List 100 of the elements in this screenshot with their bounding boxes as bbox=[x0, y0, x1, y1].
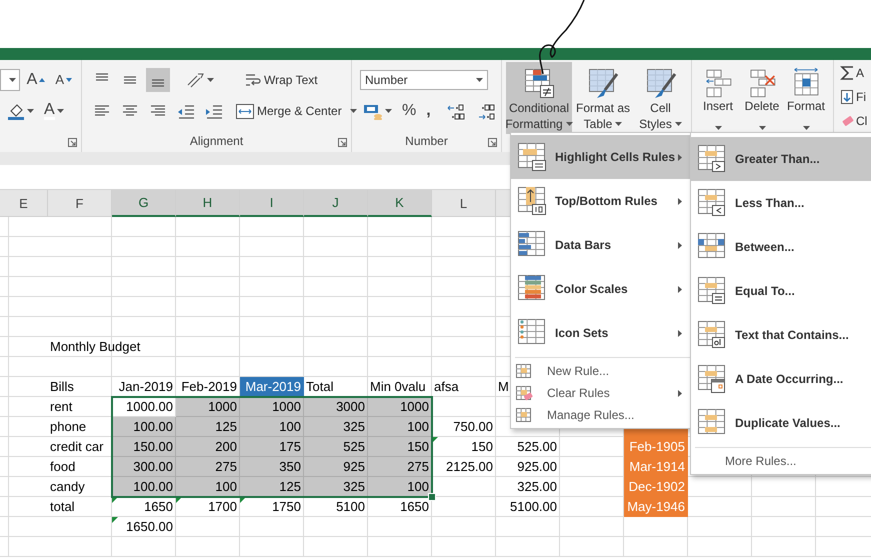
table-cell: 1000 bbox=[176, 397, 240, 417]
top-bottom-icon bbox=[517, 186, 547, 216]
table-cell: 5100.00 bbox=[510, 499, 557, 514]
menu-item[interactable]: More Rules... bbox=[691, 450, 871, 472]
table-cell: credit car bbox=[50, 439, 104, 454]
menu-item[interactable]: Manage Rules... bbox=[511, 404, 690, 426]
calendar-icon bbox=[697, 364, 727, 394]
vertical-align-button[interactable] bbox=[146, 68, 170, 92]
table-cell: 1750 bbox=[272, 499, 301, 514]
table-cell: 150.00 bbox=[112, 437, 176, 457]
align-lines-icon bbox=[151, 78, 165, 86]
table-cell: 325 bbox=[304, 477, 368, 497]
rotated-text-icon bbox=[185, 70, 205, 88]
caret-icon bbox=[476, 78, 483, 82]
caret-icon bbox=[385, 108, 392, 112]
number-format-dropdown[interactable]: Number bbox=[360, 70, 488, 90]
table-cell: Feb-2019 bbox=[181, 379, 237, 394]
column-header[interactable]: F bbox=[48, 190, 112, 217]
table-cell: 100 bbox=[240, 417, 304, 437]
menu-item[interactable]: Highlight Cells Rules bbox=[511, 135, 690, 179]
font-size-field[interactable] bbox=[0, 68, 20, 90]
comma-button[interactable]: , bbox=[423, 98, 434, 122]
table-cell: 125 bbox=[240, 477, 304, 497]
menu-item[interactable]: Equal To... bbox=[691, 269, 871, 313]
table-cell: 5100 bbox=[336, 499, 365, 514]
dialog-launcher-icon[interactable] bbox=[68, 138, 77, 147]
table-cell: Min 0valu bbox=[370, 379, 426, 394]
table-cell: Jan-2019 bbox=[118, 379, 173, 394]
font-color-button[interactable]: A bbox=[41, 98, 67, 122]
merge-cells-icon bbox=[235, 102, 255, 120]
caret-icon bbox=[566, 122, 573, 126]
column-header[interactable]: I bbox=[240, 190, 304, 217]
dialog-launcher-icon[interactable] bbox=[488, 138, 497, 147]
table-cell: 1000 bbox=[368, 397, 432, 417]
menu-item[interactable]: Greater Than... bbox=[691, 137, 871, 181]
table-cell: 1000.00 bbox=[126, 399, 173, 414]
menu-item[interactable]: Icon Sets bbox=[511, 311, 690, 355]
table-cell: afsa bbox=[434, 379, 459, 394]
up-caret-icon bbox=[39, 78, 46, 82]
clear-button[interactable]: Cl bbox=[840, 110, 871, 132]
greater-than-icon bbox=[697, 144, 727, 174]
align-lines-icon bbox=[123, 76, 137, 84]
table-cell: M bbox=[498, 379, 509, 394]
percent-button[interactable]: % bbox=[399, 98, 420, 122]
table-cell: 275 bbox=[176, 457, 240, 477]
table-cell: 1650 bbox=[144, 499, 173, 514]
menu-item[interactable]: Duplicate Values... bbox=[691, 401, 871, 445]
menu-item[interactable]: Between... bbox=[691, 225, 871, 269]
dialog-launcher-icon[interactable] bbox=[338, 138, 347, 147]
highlight-rules-icon bbox=[517, 142, 547, 172]
rule-grid-icon bbox=[515, 363, 533, 379]
grow-font-button[interactable]: A bbox=[24, 68, 48, 92]
fill-down-icon bbox=[840, 89, 854, 105]
caret-icon bbox=[56, 108, 64, 112]
table-cell: 525 bbox=[304, 437, 368, 457]
table-cell: 925.00 bbox=[517, 459, 557, 474]
menu-item[interactable]: A Date Occurring... bbox=[691, 357, 871, 401]
cells-button[interactable]: Insert bbox=[698, 64, 738, 136]
merge-center-button[interactable]: Merge & Center bbox=[234, 98, 358, 122]
table-cell: 1650.00 bbox=[126, 519, 173, 534]
menu-item[interactable]: Less Than... bbox=[691, 181, 871, 225]
caret-icon bbox=[8, 78, 16, 82]
menu-item[interactable]: Data Bars bbox=[511, 223, 690, 267]
table-cell: 300.00 bbox=[112, 457, 176, 477]
table-cell: 175 bbox=[240, 437, 304, 457]
table-cell: candy bbox=[50, 479, 85, 494]
text-contains-icon bbox=[697, 320, 727, 350]
decimal-icon bbox=[476, 102, 497, 120]
table-cell: Dec-1902 bbox=[624, 477, 688, 497]
column-header[interactable]: G bbox=[112, 190, 176, 217]
caret-icon bbox=[27, 108, 34, 112]
table-cell: 1650 bbox=[400, 499, 429, 514]
styles-button[interactable]: Conditional Formatting bbox=[506, 62, 572, 134]
eraser-grid-icon bbox=[515, 385, 533, 401]
table-cell: Bills bbox=[50, 379, 74, 394]
menu-item[interactable]: Clear Rules bbox=[511, 382, 690, 404]
autosum-button[interactable]: A bbox=[840, 62, 871, 84]
fill-button[interactable]: Fi bbox=[840, 86, 871, 108]
menu-item[interactable]: Top/Bottom Rules bbox=[511, 179, 690, 223]
menu-item[interactable]: Color Scales bbox=[511, 267, 690, 311]
wrap-text-button[interactable]: Wrap Text bbox=[241, 68, 321, 92]
rule-grid-icon bbox=[515, 407, 533, 423]
column-header[interactable]: E bbox=[0, 190, 48, 217]
table-cell: Total bbox=[306, 379, 334, 394]
table-cell: 100.00 bbox=[112, 417, 176, 437]
table-cell: total bbox=[50, 499, 75, 514]
menu-item[interactable]: New Rule... bbox=[511, 360, 690, 382]
shrink-font-button[interactable]: A bbox=[52, 68, 75, 92]
table-cell: phone bbox=[50, 419, 86, 434]
caret-icon bbox=[350, 108, 357, 112]
column-header[interactable]: K bbox=[368, 190, 432, 217]
table-cell: Mar-2019 bbox=[240, 377, 304, 397]
column-header[interactable]: J bbox=[304, 190, 368, 217]
caret-icon bbox=[714, 126, 722, 130]
menu-item[interactable]: Text that Contains... bbox=[691, 313, 871, 357]
column-header[interactable]: L bbox=[432, 190, 496, 217]
column-header[interactable]: H bbox=[176, 190, 240, 217]
align-lines-icon bbox=[95, 72, 109, 80]
table-cell: 275 bbox=[368, 457, 432, 477]
equal-to-icon bbox=[697, 276, 727, 306]
